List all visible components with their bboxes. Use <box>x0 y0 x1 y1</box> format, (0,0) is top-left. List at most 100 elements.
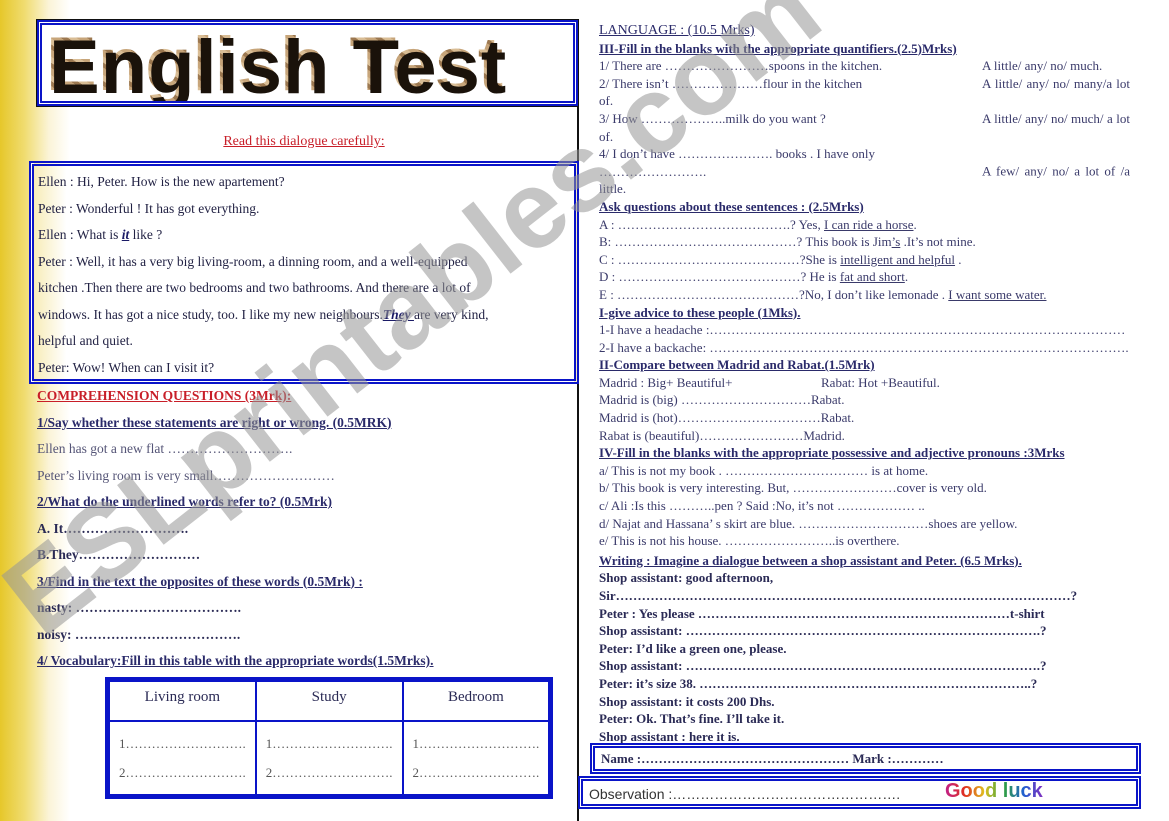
underlined-reference-word: They <box>382 306 414 322</box>
page-title: English Test <box>46 22 505 106</box>
question-2-item: B.They……………………… <box>37 547 201 562</box>
ask-text: .It’s not mine. <box>900 234 976 250</box>
ask-questions-heading: Ask questions about these sentences : (2… <box>599 198 864 214</box>
question-3-item: nasty: ………………………………. <box>37 600 242 615</box>
dialogue-text: helpful and quiet. <box>38 333 133 348</box>
table-header-study: Study <box>254 680 404 722</box>
good-luck-wordart: Good luck <box>945 780 1043 802</box>
ask-question-item: A : ………………………………….? Yes, I can ride a ho… <box>599 216 1130 234</box>
language-section: LANGUAGE : (10.5 Mrks) III-Fill in the b… <box>599 22 1130 745</box>
quantifier-sentence: 2/ There isn’t …………………flour in the kitch… <box>599 75 863 91</box>
blank-line: 2………………………. <box>412 765 540 780</box>
dialogue-line: kitchen .Then there are two bedrooms and… <box>38 275 570 302</box>
ask-text: . <box>955 251 962 267</box>
question-1-heading: 1/Say whether these statements are right… <box>37 414 392 430</box>
pronoun-item: a/ This is not my book . …………………………… is … <box>599 462 929 478</box>
question-1-item: Peter’s living room is very small…………………… <box>37 467 335 483</box>
quantifier-item: 1/ There are ……………………spoons in the kitch… <box>599 57 1130 75</box>
question-2-item: A. It………………………. <box>37 520 189 536</box>
dialogue-line: Peter: Wow! When can I visit it? <box>38 355 570 382</box>
underlined-answer: fat and short <box>839 269 905 285</box>
vocabulary-table: Living room Study Bedroom 1………………………. 2……… <box>105 677 554 799</box>
writing-dialogue-line: Sir……………………………………………………………………………………………? <box>599 588 1078 603</box>
advice-heading: I-give advice to these people (1Mks). <box>599 304 801 320</box>
compare-info-madrid: Madrid : Big+ Beautiful+ <box>599 374 733 390</box>
dialogue-text: Ellen : What is <box>38 227 122 242</box>
dialogue-line: windows. It has got a nice study, too. I… <box>38 302 570 329</box>
compare-info-rabat: Rabat: Hot +Beautiful. <box>821 374 940 390</box>
dialogue-text: Peter: Wow! When can I visit it? <box>38 359 215 375</box>
name-mark-field[interactable]: Name :………………………………………… Mark :………… <box>601 751 944 766</box>
blank-line: 2………………………. <box>265 765 393 780</box>
ask-question-item: B: ……………………………………? This book is Jim’s .I… <box>599 233 1130 251</box>
title-box: English Test <box>36 19 579 107</box>
quantifier-options: A little/ any/ no/ much. <box>982 58 1103 74</box>
dialogue-text: like ? <box>129 227 163 242</box>
writing-dialogue-line: Peter : Yes please ………………………………………………………… <box>599 605 1045 621</box>
underlined-answer: intelligent and helpful <box>840 251 956 267</box>
comprehension-section: COMPREHENSION QUESTIONS (3Mrk): 1/Say wh… <box>37 386 577 678</box>
question-4-heading: 4/ Vocabulary:Fill in this table with th… <box>37 653 434 668</box>
pronoun-item: e/ This is not his house. ……………………..is o… <box>599 533 900 549</box>
read-instruction: Read this dialogue carefully: <box>223 134 385 149</box>
observation-field[interactable]: Observation :…………………………………………. <box>589 786 900 802</box>
advice-item: 2-I have a backache: …………………………………………………… <box>599 339 1129 355</box>
underlined-answer: ’s <box>891 234 901 250</box>
dialogue-text: windows. It has got a nice study, too. I… <box>38 306 383 322</box>
quantifier-item: 2/ There isn’t …………………flour in the kitch… <box>599 75 1130 110</box>
dialogue-text: Ellen : Hi, Peter. How is the new aparte… <box>38 174 285 189</box>
quantifier-sentence: 3/ How ………………..milk do you want ? <box>599 110 826 126</box>
ask-text: . <box>904 269 909 285</box>
ask-text: . <box>913 216 917 232</box>
writing-dialogue-line: Peter: Ok. That’s fine. I’ll take it. <box>599 711 785 727</box>
compare-item: Madrid is (hot)……………………………Rabat. <box>599 410 855 426</box>
pronoun-item: b/ This book is very interesting. But, …… <box>599 480 987 496</box>
dialogue-text: Peter : Well, it has a very big living-r… <box>38 253 468 269</box>
writing-dialogue-line: Shop assistant: good afternoon, <box>599 570 774 586</box>
quantifier-sentence: 1/ There are ……………………spoons in the kitch… <box>599 58 883 74</box>
blank-line: 1………………………. <box>119 736 246 751</box>
question-3-heading: 3/Find in the text the opposites of thes… <box>37 573 363 589</box>
language-heading: LANGUAGE : (10.5 Mrks) <box>599 23 755 38</box>
ask-text: A : ………………………………….? Yes, <box>599 216 824 232</box>
underlined-answer: I can ride a horse <box>824 216 914 232</box>
question-3-item: noisy: ………………………………. <box>37 626 241 642</box>
table-cell: 1………………………. 2………………………. <box>108 720 257 796</box>
dialogue-text: are very kind, <box>413 306 489 322</box>
ask-text: B: ……………………………………? This book is Jim <box>599 234 892 250</box>
name-mark-box: Name :………………………………………… Mark :………… <box>590 743 1141 774</box>
quantifier-sentence: 4/ I don’t have …………………. books . I have … <box>599 146 875 179</box>
underlined-answer: I want some water. <box>948 286 1047 302</box>
writing-dialogue-line: Shop assistant: ………………………………………………………………… <box>599 658 1047 674</box>
quantifiers-heading: III-Fill in the blanks with the appropri… <box>599 40 957 56</box>
advice-item: 1-I have a headache :…………………………………………………… <box>599 322 1126 338</box>
quantifier-item: 3/ How ………………..milk do you want ? A littl… <box>599 110 1130 145</box>
ask-question-item: E : ……………………………………?No, I don’t like lemo… <box>599 286 1130 304</box>
dialogue-line: Ellen : Hi, Peter. How is the new aparte… <box>38 169 570 196</box>
pronoun-item: c/ Ali :Is this ………..pen ? Said :No, it’… <box>599 498 925 514</box>
ask-question-item: D : ……………………………………? He is fat and short. <box>599 268 1130 286</box>
ask-text: E : ……………………………………?No, I don’t like lemo… <box>599 286 949 302</box>
blank-line: 1………………………. <box>265 736 393 751</box>
table-header-bedroom: Bedroom <box>401 680 551 722</box>
ask-text: D : ……………………………………? He is <box>599 269 840 285</box>
compare-info: Madrid : Big+ Beautiful+ Rabat: Hot +Beau… <box>599 374 1130 392</box>
writing-dialogue-line: Shop assistant: it costs 200 Dhs. <box>599 693 775 709</box>
dialogue-text: Peter : Wonderful ! It has got everythin… <box>38 200 260 216</box>
quantifier-item: 4/ I don’t have …………………. books . I have … <box>599 145 1130 198</box>
blank-line: 1………………………. <box>412 736 540 751</box>
observation-box: Observation :…………………………………………. Good luck <box>578 776 1141 809</box>
dialogue-line: Ellen : What is it like ? <box>38 222 570 249</box>
writing-dialogue-line: Peter: it’s size 38. …………………………………………………… <box>599 675 1038 691</box>
ask-question-item: C : ……………………………………?She is intelligent an… <box>599 251 1130 269</box>
question-2-heading: 2/What do the underlined words refer to?… <box>37 494 332 509</box>
table-header-living-room: Living room <box>108 680 257 722</box>
blank-line: 2………………………. <box>119 765 246 780</box>
dialogue-text: kitchen .Then there are two bedrooms and… <box>38 280 471 295</box>
compare-heading: II-Compare between Madrid and Rabat.(1.5… <box>599 357 875 373</box>
ask-text: C : ……………………………………?She is <box>599 251 841 267</box>
compare-item: Rabat is (beautiful)……………………Madrid. <box>599 427 845 443</box>
dialogue-box: Ellen : Hi, Peter. How is the new aparte… <box>29 161 579 384</box>
writing-heading: Writing : Imagine a dialogue between a s… <box>599 552 1022 568</box>
writing-dialogue-line: Shop assistant: ………………………………………………………………… <box>599 623 1047 639</box>
